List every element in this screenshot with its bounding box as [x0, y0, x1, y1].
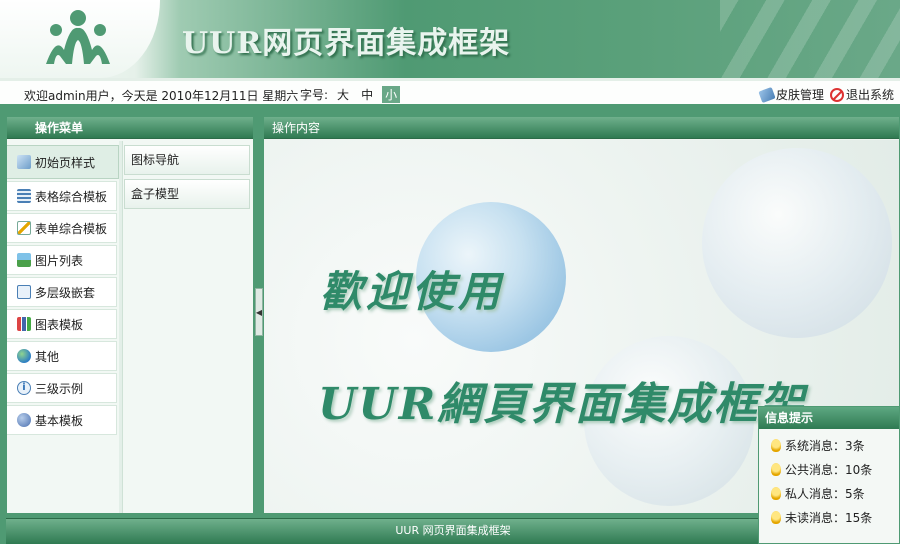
notification-text: 未读消息：15条 [785, 510, 873, 525]
notification-item[interactable]: 未读消息：15条 [771, 505, 899, 529]
menu-item-label: 表单综合模板 [35, 221, 108, 236]
logout-label: 退出系统 [845, 88, 894, 102]
stop-icon [829, 87, 844, 102]
tag-icon [758, 86, 776, 103]
menu-item-multilevel-nesting[interactable]: 多层级嵌套 [7, 277, 117, 307]
header-decoration [720, 0, 900, 78]
menu-item-label: 基本模板 [35, 413, 84, 428]
notification-item[interactable]: 系统消息：3条 [771, 433, 899, 457]
globe-icon [17, 349, 31, 363]
document-icon [17, 285, 31, 299]
menu-item-basic-template[interactable]: 基本模板 [7, 405, 117, 435]
sub-menu: 图标导航 盒子模型 [124, 145, 250, 213]
lightbulb-icon [771, 486, 781, 500]
notification-title: 信息提示 [759, 407, 899, 429]
menu-divider [119, 141, 123, 513]
font-size-selector: 字号: 大 中 小 [300, 86, 401, 103]
left-menu-panel: 操作菜单 初始页样式 表格综合模板 表单综合模板 图片列表 多层级嵌套 图表模板 [6, 116, 254, 514]
notification-text: 系统消息：3条 [785, 438, 865, 453]
picture-icon [17, 253, 31, 267]
menu-item-table-template[interactable]: 表格综合模板 [7, 181, 117, 211]
form-edit-icon [17, 221, 31, 235]
notification-text: 私人消息：5条 [785, 486, 865, 501]
app-title: UUR网页界面集成框架 [182, 26, 511, 61]
lightbulb-icon [771, 462, 781, 476]
people-logo-icon [46, 10, 110, 64]
header-banner: UUR网页界面集成框架 [0, 0, 900, 78]
welcome-heading: 歡迎使用 [320, 267, 505, 316]
notification-popup: 信息提示 系统消息：3条 公共消息：10条 私人消息：5条 未读消息：15条 [758, 406, 900, 544]
sub-item-box-model[interactable]: 盒子模型 [124, 179, 250, 209]
welcome-text: 欢迎admin用户，今天是 2010年12月11日 星期六 [24, 89, 299, 103]
info-icon: i [17, 381, 31, 395]
lightbulb-icon [771, 438, 781, 452]
menu-item-label: 其他 [35, 349, 60, 364]
globe-decoration [702, 148, 892, 338]
skin-manager-button[interactable]: 皮肤管理 [758, 86, 824, 103]
menu-item-label: 多层级嵌套 [35, 285, 96, 300]
logout-button[interactable]: 退出系统 [829, 86, 894, 103]
main-menu: 初始页样式 表格综合模板 表单综合模板 图片列表 多层级嵌套 图表模板 其他 i [7, 141, 119, 437]
brand-heading: UUR網頁界面集成框架 [318, 379, 806, 430]
notification-text: 公共消息：10条 [785, 462, 873, 477]
table-icon [17, 189, 31, 203]
menu-item-picture-list[interactable]: 图片列表 [7, 245, 117, 275]
bar-chart-icon [17, 317, 31, 331]
notification-item[interactable]: 公共消息：10条 [771, 457, 899, 481]
menu-item-initial-style[interactable]: 初始页样式 [7, 145, 119, 179]
logo-area [0, 0, 160, 78]
sub-item-icon-nav[interactable]: 图标导航 [124, 145, 250, 175]
menu-item-form-template[interactable]: 表单综合模板 [7, 213, 117, 243]
menu-item-label: 图片列表 [35, 253, 84, 268]
content-panel-title: 操作内容 [264, 117, 899, 139]
info-bar: 欢迎admin用户，今天是 2010年12月11日 星期六 字号: 大 中 小 … [0, 78, 900, 108]
font-size-label: 字号: [300, 88, 329, 102]
toolbar: 皮肤管理 退出系统 [758, 86, 894, 103]
help-icon [17, 413, 31, 427]
menu-item-chart-template[interactable]: 图表模板 [7, 309, 117, 339]
caret-left-icon: ◀ [255, 307, 263, 317]
menu-panel-title: 操作菜单 [7, 117, 253, 139]
collapse-sidebar-handle[interactable]: ◀ [255, 288, 263, 336]
font-size-large[interactable]: 大 [334, 86, 352, 103]
lightbulb-icon [771, 510, 781, 524]
menu-item-label: 表格综合模板 [35, 189, 108, 204]
brush-icon [17, 155, 31, 169]
notification-list: 系统消息：3条 公共消息：10条 私人消息：5条 未读消息：15条 [759, 429, 899, 529]
menu-item-label: 图表模板 [35, 317, 84, 332]
menu-item-other[interactable]: 其他 [7, 341, 117, 371]
menu-item-three-level-example[interactable]: i 三级示例 [7, 373, 117, 403]
menu-item-label: 初始页样式 [35, 155, 96, 170]
font-size-medium[interactable]: 中 [358, 86, 376, 103]
menu-item-label: 三级示例 [35, 381, 84, 396]
skin-manager-label: 皮肤管理 [775, 88, 824, 102]
notification-item[interactable]: 私人消息：5条 [771, 481, 899, 505]
font-size-small[interactable]: 小 [382, 86, 401, 103]
